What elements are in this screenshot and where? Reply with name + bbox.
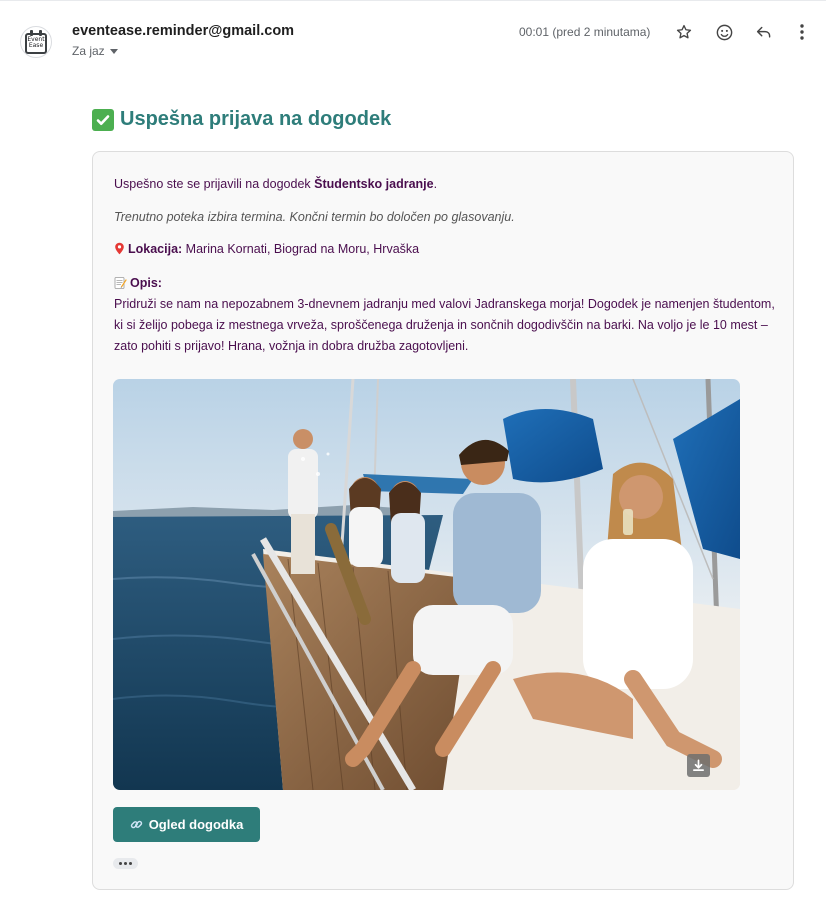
event-name: Študentsko jadranje bbox=[314, 177, 434, 191]
email-title: Uspešna prijava na dogodek bbox=[92, 108, 391, 131]
sender-address[interactable]: eventease.reminder@gmail.com bbox=[72, 23, 294, 39]
location-value: Marina Kornati, Biograd na Moru, Hrvaška bbox=[182, 242, 420, 256]
email-card: Uspešno ste se prijavili na dogodek Štud… bbox=[92, 151, 794, 890]
sender-avatar[interactable]: Event Ease bbox=[20, 26, 52, 58]
description-block: Opis: Pridruži se nam na nepozabnem 3-dn… bbox=[114, 273, 776, 357]
chevron-down-icon bbox=[109, 49, 118, 54]
email-title-text: Uspešna prijava na dogodek bbox=[120, 108, 392, 130]
more-vert-icon[interactable] bbox=[792, 20, 812, 44]
view-event-button[interactable]: Ogled dogodka bbox=[113, 807, 260, 842]
location-line: Lokacija: Marina Kornati, Biograd na Mor… bbox=[114, 239, 419, 260]
reply-icon[interactable] bbox=[752, 20, 776, 44]
check-mark-icon bbox=[92, 108, 114, 131]
download-icon[interactable] bbox=[687, 754, 710, 777]
star-icon[interactable] bbox=[672, 20, 696, 44]
intro-text: Uspešno ste se prijavili na dogodek Štud… bbox=[114, 174, 437, 195]
view-event-button-label: Ogled dogodka bbox=[148, 817, 244, 832]
event-photo[interactable] bbox=[113, 379, 740, 790]
location-label: Lokacija: bbox=[128, 242, 183, 256]
description-label: Opis: bbox=[130, 276, 162, 290]
pin-icon bbox=[114, 239, 125, 260]
intro-prefix: Uspešno ste se prijavili na dogodek bbox=[114, 177, 315, 191]
show-trimmed-content-button[interactable] bbox=[113, 858, 138, 869]
notice-text: Trenutno poteka izbira termina. Končni t… bbox=[114, 210, 515, 224]
top-divider bbox=[0, 0, 826, 1]
emoji-icon[interactable] bbox=[712, 20, 736, 44]
description-text: Pridruži se nam na nepozabnem 3-dnevnem … bbox=[114, 297, 775, 353]
recipient-toggle[interactable]: Za jaz bbox=[72, 44, 118, 58]
avatar-logo-text: Event Ease bbox=[27, 36, 45, 49]
calendar-icon: Event Ease bbox=[25, 30, 47, 54]
intro-suffix: . bbox=[433, 177, 438, 191]
link-icon bbox=[130, 817, 143, 832]
recipient-label: Za jaz bbox=[72, 44, 105, 58]
timestamp: 00:01 (pred 2 minutama) bbox=[519, 25, 651, 39]
memo-icon bbox=[114, 273, 127, 294]
